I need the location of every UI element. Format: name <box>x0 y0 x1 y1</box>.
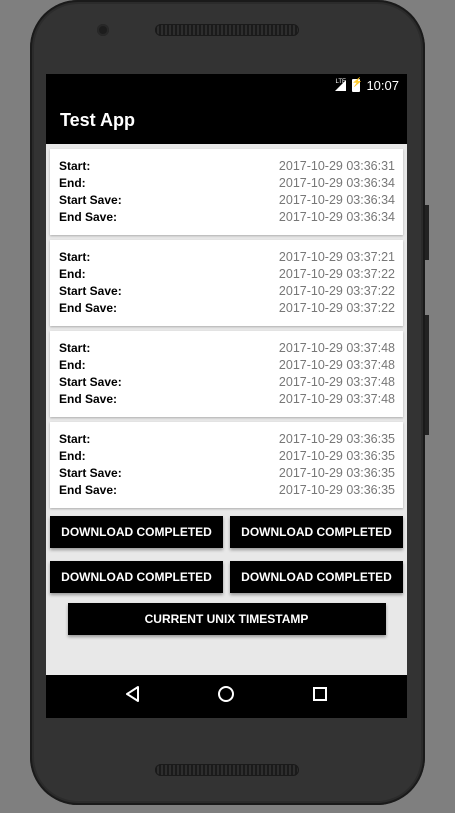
card-row: End Save: 2017-10-29 03:36:35 <box>59 483 395 500</box>
app-toolbar: Test App <box>46 96 407 144</box>
screen: LTE 10:07 Test App Start: 2017-10-29 03:3… <box>46 74 407 718</box>
card-row: End: 2017-10-29 03:37:22 <box>59 267 395 284</box>
row-label: End Save: <box>59 392 118 406</box>
row-value: 2017-10-29 03:36:35 <box>278 432 395 446</box>
card-row: End Save: 2017-10-29 03:36:34 <box>59 210 395 227</box>
status-bar: LTE 10:07 <box>46 74 407 96</box>
card-row: Start Save: 2017-10-29 03:37:48 <box>59 375 395 392</box>
app-title: Test App <box>60 109 135 130</box>
recents-icon[interactable] <box>311 685 329 708</box>
row-value: 2017-10-29 03:37:22 <box>278 284 395 298</box>
card-row: Start Save: 2017-10-29 03:36:35 <box>59 466 395 483</box>
back-icon[interactable] <box>124 685 142 708</box>
download-completed-button-3[interactable]: DOWNLOAD COMPLETED <box>50 561 223 593</box>
download-completed-button-1[interactable]: DOWNLOAD COMPLETED <box>50 516 223 548</box>
row-value: 2017-10-29 03:36:35 <box>278 449 395 463</box>
timing-card: Start: 2017-10-29 03:36:35 End: 2017-10-29… <box>50 422 403 508</box>
row-label: End: <box>59 449 86 463</box>
row-label: End Save: <box>59 483 118 497</box>
card-row: End: 2017-10-29 03:36:34 <box>59 176 395 193</box>
card-row: End Save: 2017-10-29 03:37:48 <box>59 392 395 409</box>
row-label: Start Save: <box>59 284 122 298</box>
row-value: 2017-10-29 03:37:21 <box>278 250 395 264</box>
row-label: End: <box>59 267 86 281</box>
signal-icon: LTE <box>335 78 347 91</box>
row-label: End: <box>59 176 86 190</box>
button-row: DOWNLOAD COMPLETED DOWNLOAD COMPLETED <box>48 513 405 558</box>
row-value: 2017-10-29 03:37:22 <box>278 301 395 315</box>
download-completed-button-4[interactable]: DOWNLOAD COMPLETED <box>230 561 403 593</box>
card-row: Start: 2017-10-29 03:37:21 <box>59 250 395 267</box>
card-row: Start: 2017-10-29 03:36:35 <box>59 432 395 449</box>
volume-button <box>425 315 429 435</box>
home-icon[interactable] <box>217 685 235 708</box>
row-label: Start: <box>59 341 91 355</box>
card-row: Start Save: 2017-10-29 03:37:22 <box>59 284 395 301</box>
row-value: 2017-10-29 03:36:34 <box>278 193 395 207</box>
row-value: 2017-10-29 03:37:48 <box>278 358 395 372</box>
timing-card: Start: 2017-10-29 03:37:21 End: 2017-10-29… <box>50 240 403 326</box>
card-row: End: 2017-10-29 03:37:48 <box>59 358 395 375</box>
row-label: End Save: <box>59 210 118 224</box>
row-label: Start: <box>59 159 91 173</box>
row-label: Start: <box>59 432 91 446</box>
status-time: 10:07 <box>366 77 399 93</box>
battery-charging-icon <box>351 77 363 92</box>
button-row: DOWNLOAD COMPLETED DOWNLOAD COMPLETED <box>48 558 405 603</box>
row-label: Start: <box>59 250 91 264</box>
row-value: 2017-10-29 03:36:34 <box>278 210 395 224</box>
card-row: Start: 2017-10-29 03:37:48 <box>59 341 395 358</box>
navigation-bar <box>46 675 407 718</box>
content: Start: 2017-10-29 03:36:31 End: 2017-10-29… <box>46 144 407 635</box>
bottom-speaker <box>155 764 299 776</box>
download-completed-button-2[interactable]: DOWNLOAD COMPLETED <box>230 516 403 548</box>
front-camera <box>97 24 109 36</box>
row-label: End Save: <box>59 301 118 315</box>
row-value: 2017-10-29 03:37:48 <box>278 392 395 406</box>
card-row: Start: 2017-10-29 03:36:31 <box>59 159 395 176</box>
row-label: Start Save: <box>59 466 122 480</box>
timing-card: Start: 2017-10-29 03:37:48 End: 2017-10-29… <box>50 331 403 417</box>
row-value: 2017-10-29 03:37:48 <box>278 375 395 389</box>
row-label: End: <box>59 358 86 372</box>
row-label: Start Save: <box>59 193 122 207</box>
card-row: Start Save: 2017-10-29 03:36:34 <box>59 193 395 210</box>
row-value: 2017-10-29 03:36:35 <box>278 466 395 480</box>
power-button <box>425 205 429 260</box>
current-unix-timestamp-button[interactable]: CURRENT UNIX TIMESTAMP <box>67 603 386 635</box>
row-value: 2017-10-29 03:36:34 <box>278 176 395 190</box>
row-value: 2017-10-29 03:36:35 <box>278 483 395 497</box>
timing-card: Start: 2017-10-29 03:36:31 End: 2017-10-29… <box>50 149 403 235</box>
network-type-label: LTE <box>335 78 347 85</box>
row-label: Start Save: <box>59 375 122 389</box>
row-value: 2017-10-29 03:37:22 <box>278 267 395 281</box>
top-speaker <box>155 24 299 36</box>
card-row: End Save: 2017-10-29 03:37:22 <box>59 301 395 318</box>
card-row: End: 2017-10-29 03:36:35 <box>59 449 395 466</box>
row-value: 2017-10-29 03:36:31 <box>278 159 395 173</box>
row-value: 2017-10-29 03:37:48 <box>278 341 395 355</box>
